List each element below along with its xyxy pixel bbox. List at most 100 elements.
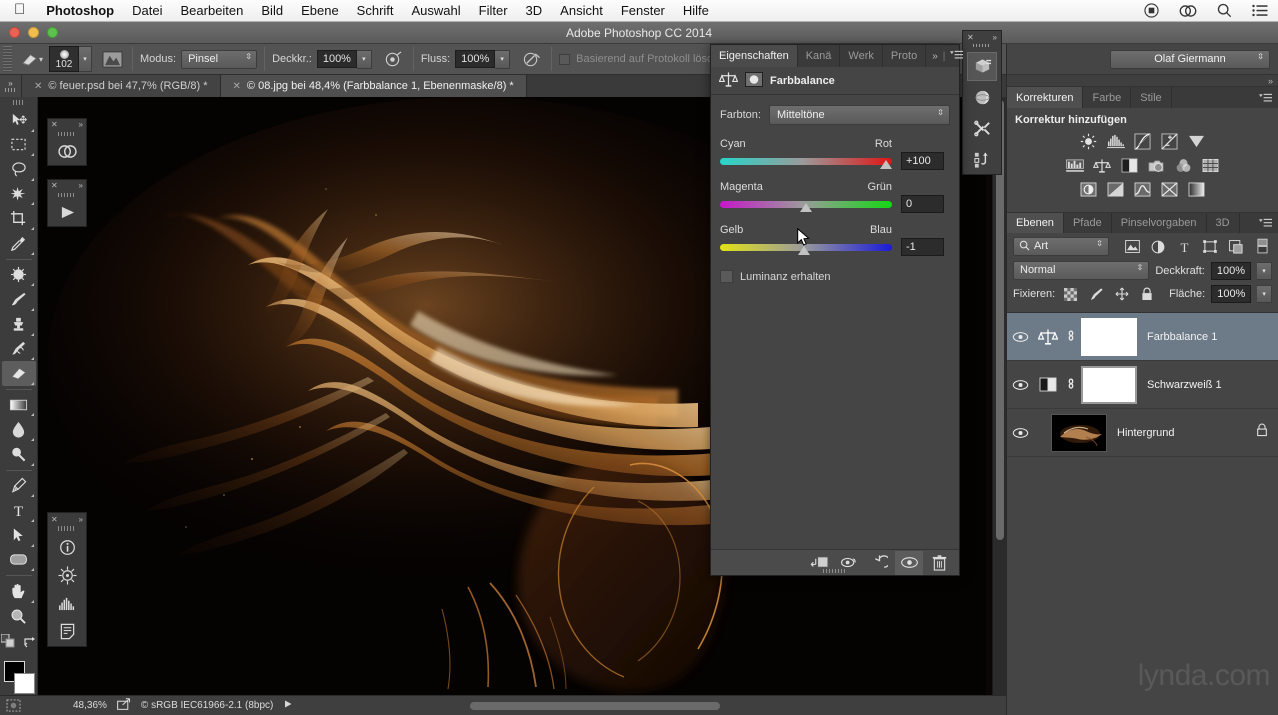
history-brush-tool[interactable]: [2, 337, 36, 362]
magenta-green-value[interactable]: 0: [901, 195, 944, 213]
menu-item-bild[interactable]: Bild: [252, 3, 292, 18]
scrollbar-thumb[interactable]: [470, 702, 720, 710]
mini-panel-grip[interactable]: [58, 131, 76, 137]
fill-stepper[interactable]: ▾: [1257, 285, 1272, 303]
hue-saturation-icon[interactable]: [1065, 156, 1086, 175]
color-lookup-icon[interactable]: [1200, 156, 1221, 175]
slider-knob[interactable]: [798, 245, 810, 255]
record-icon[interactable]: [1134, 3, 1169, 18]
fill-value[interactable]: 100%: [1211, 285, 1252, 303]
mini-panel-grip[interactable]: [58, 526, 76, 531]
tablet-pressure-icon[interactable]: [518, 47, 544, 71]
filter-smart-icon[interactable]: [1226, 238, 1246, 256]
table-row[interactable]: Schwarzweiß 1: [1007, 361, 1278, 409]
layer-mask-thumbnail[interactable]: [1081, 317, 1137, 356]
luminance-checkbox[interactable]: [720, 270, 733, 283]
info-icon[interactable]: [51, 533, 83, 561]
chevron-double-right-icon[interactable]: »: [993, 33, 997, 42]
tab-pfade[interactable]: Pfade: [1064, 213, 1112, 233]
canvas-horizontal-scrollbar[interactable]: [470, 702, 970, 712]
share-icon[interactable]: [117, 698, 131, 713]
table-row[interactable]: Hintergrund: [1007, 409, 1278, 457]
creative-cloud-mini-panel[interactable]: ✕ »: [47, 118, 87, 166]
layer-image-thumbnail[interactable]: [1051, 413, 1107, 452]
table-row[interactable]: Farbbalance 1: [1007, 313, 1278, 361]
chevron-double-right-icon[interactable]: »: [1268, 76, 1273, 86]
tool-preset-chevron-icon[interactable]: ▾: [39, 55, 43, 64]
rectangular-marquee-tool[interactable]: [2, 133, 36, 158]
tab-3d[interactable]: 3D: [1207, 213, 1240, 233]
delete-icon[interactable]: [925, 551, 953, 575]
play-icon[interactable]: [51, 199, 83, 226]
tab-protokoll[interactable]: Proto: [883, 45, 927, 67]
cyan-red-slider[interactable]: [720, 157, 892, 169]
mode-select[interactable]: Pinsel ⇳: [181, 49, 258, 69]
black-white-icon[interactable]: [1119, 156, 1140, 175]
zoom-tool[interactable]: [2, 604, 36, 629]
tab-kanaele[interactable]: Kanä: [798, 45, 841, 67]
canvas-vertical-scrollbar[interactable]: [992, 97, 1006, 695]
magenta-green-slider[interactable]: [720, 200, 892, 212]
lock-image-icon[interactable]: [1087, 285, 1106, 303]
black-white-icon[interactable]: [1033, 376, 1063, 393]
tone-select[interactable]: Mitteltöne ⇳: [768, 105, 950, 125]
eyedropper-tool[interactable]: [2, 231, 36, 256]
list-icon[interactable]: [1242, 4, 1278, 17]
document-tab-08jpg[interactable]: ✕ © 08.jpg bei 48,4% (Farbbalance 1, Ebe…: [220, 75, 527, 97]
cyan-red-value[interactable]: +100: [901, 152, 944, 170]
blend-mode-select[interactable]: Normal ⇳: [1013, 261, 1150, 280]
swap-colors-icon[interactable]: [23, 635, 37, 653]
gradient-tool[interactable]: [2, 393, 36, 418]
chevron-double-right-icon[interactable]: »: [79, 181, 83, 190]
filter-adjustment-icon[interactable]: [1148, 238, 1168, 256]
dock-strip-grip[interactable]: [973, 43, 991, 48]
mini-panel-grip[interactable]: [58, 192, 76, 198]
creative-cloud-icon[interactable]: [1169, 4, 1207, 18]
menu-item-filter[interactable]: Filter: [470, 3, 517, 18]
lock-position-icon[interactable]: [1112, 285, 1131, 303]
document-tab-feuer[interactable]: ✕ © feuer.psd bei 47,7% (RGB/8) *: [22, 75, 221, 97]
vibrance-icon[interactable]: [1186, 132, 1207, 151]
lasso-tool[interactable]: [2, 157, 36, 182]
yellow-blue-value[interactable]: -1: [901, 238, 944, 256]
hand-tool[interactable]: [2, 579, 36, 604]
color-balance-icon[interactable]: [1033, 328, 1063, 346]
search-icon[interactable]: [1207, 3, 1242, 18]
3d-icon[interactable]: [967, 83, 997, 112]
clone-stamp-tool[interactable]: [2, 312, 36, 337]
layer-link-icon[interactable]: [1063, 329, 1079, 344]
dock-collapse-bar[interactable]: »: [1007, 74, 1278, 87]
close-icon[interactable]: ✕: [51, 181, 58, 190]
selective-color-icon[interactable]: [1159, 180, 1180, 199]
close-icon[interactable]: ✕: [967, 33, 974, 42]
lock-transparency-icon[interactable]: [1061, 285, 1080, 303]
tab-werkzeugvorgaben[interactable]: Werk: [840, 45, 883, 67]
layer-filter-select[interactable]: Art ⇳: [1013, 237, 1109, 256]
history-erase-checkbox[interactable]: [559, 53, 571, 65]
photo-filter-icon[interactable]: [1146, 156, 1167, 175]
layer-visibility-toggle[interactable]: [1007, 379, 1033, 391]
tabbar-grip[interactable]: »: [0, 75, 22, 97]
opacity-value[interactable]: 100%: [1210, 261, 1251, 280]
blur-tool[interactable]: [2, 417, 36, 442]
menu-item-3d[interactable]: 3D: [517, 3, 552, 18]
tab-pinselvorgaben[interactable]: Pinselvorgaben: [1112, 213, 1207, 233]
play-triangle-icon[interactable]: [283, 699, 293, 712]
chevron-double-right-icon[interactable]: »: [79, 120, 83, 129]
lock-all-icon[interactable]: [1138, 285, 1157, 303]
quick-mask-icon[interactable]: [6, 699, 21, 712]
opacity-value[interactable]: 100%: [316, 50, 357, 68]
chevron-double-right-icon[interactable]: »: [932, 51, 938, 62]
close-icon[interactable]: ✕: [51, 515, 58, 524]
airbrush-icon[interactable]: [380, 47, 406, 71]
dodge-tool[interactable]: [2, 442, 36, 467]
spot-healing-brush-tool[interactable]: [2, 263, 36, 288]
crop-tool[interactable]: [2, 206, 36, 231]
background-color-swatch[interactable]: [13, 673, 35, 695]
exposure-icon[interactable]: [1159, 132, 1180, 151]
flow-stepper[interactable]: ▾: [495, 49, 511, 69]
creative-cloud-icon[interactable]: [51, 138, 83, 165]
brush-size-preview[interactable]: 102: [49, 46, 80, 72]
navigator-icon[interactable]: [51, 561, 83, 589]
apple-logo-icon[interactable]: : [0, 2, 37, 17]
